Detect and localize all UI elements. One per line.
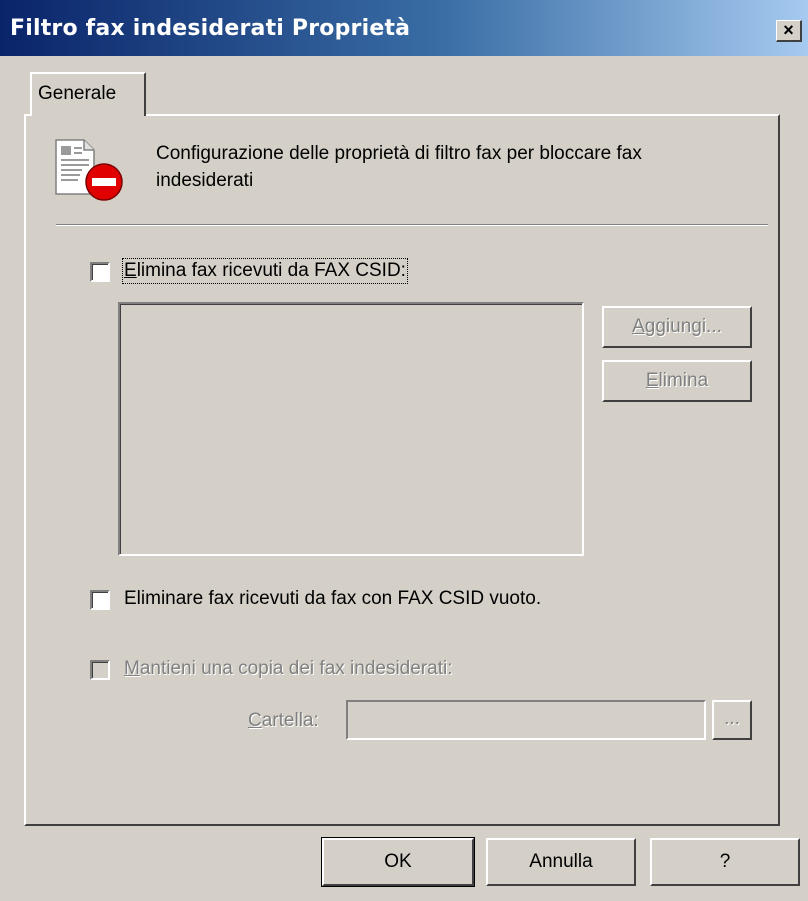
separator	[56, 224, 768, 226]
keep-copy-label[interactable]: Mantieni una copia dei fax indesiderati:	[124, 658, 452, 680]
csid-listbox[interactable]	[118, 302, 584, 556]
csid-filter-label[interactable]: Elimina fax ricevuti da FAX CSID:	[122, 258, 408, 284]
page-description: Configurazione delle proprietà di filtro…	[156, 143, 642, 191]
title-bar[interactable]: Filtro fax indesiderati Proprietà ×	[0, 0, 808, 56]
delete-button-label: Elimina	[645, 370, 709, 391]
help-button[interactable]: ?	[650, 838, 800, 886]
empty-csid-label[interactable]: Eliminare fax ricevuti da fax con FAX CS…	[124, 588, 541, 610]
cancel-button[interactable]: Annulla	[486, 838, 636, 886]
browse-button[interactable]: ...	[712, 700, 752, 740]
csid-filter-checkbox[interactable]	[90, 262, 110, 282]
window-title: Filtro fax indesiderati Proprietà	[10, 16, 411, 41]
add-button-label: Aggiungi...	[632, 316, 722, 337]
folder-label: Cartella:	[248, 710, 319, 731]
fax-block-icon	[55, 139, 123, 201]
ok-button[interactable]: OK	[321, 837, 475, 887]
tab-generale[interactable]: Generale	[30, 72, 146, 116]
tab-label: Generale	[38, 83, 117, 104]
browse-button-label: ...	[724, 708, 740, 729]
delete-button[interactable]: Elimina	[602, 360, 752, 402]
close-icon: ×	[783, 20, 794, 40]
add-button[interactable]: Aggiungi...	[602, 306, 752, 348]
keep-copy-checkbox[interactable]	[90, 660, 110, 680]
folder-input[interactable]	[346, 700, 706, 740]
close-button[interactable]: ×	[776, 20, 802, 42]
empty-csid-checkbox[interactable]	[90, 590, 110, 610]
